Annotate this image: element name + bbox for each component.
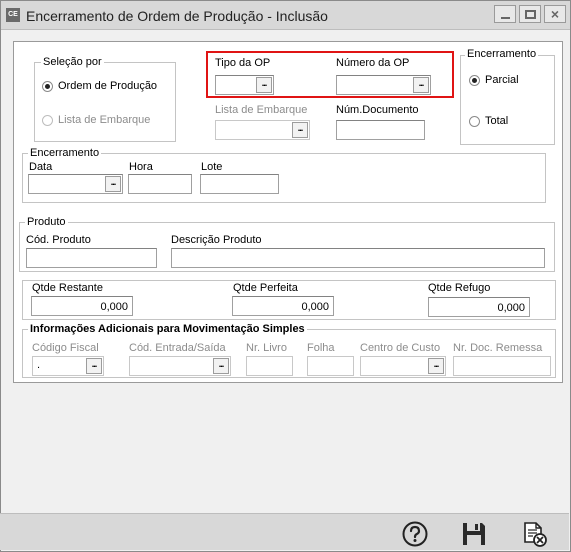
maximize-icon	[525, 10, 536, 19]
encerramento-tipo-title: Encerramento	[465, 48, 539, 60]
desc-produto-label: Descrição Produto	[171, 234, 262, 246]
minimize-button[interactable]	[494, 5, 516, 23]
close-button[interactable]: ×	[544, 5, 566, 23]
codigo-fiscal-label: Código Fiscal	[32, 342, 99, 354]
folha-field[interactable]	[307, 356, 354, 376]
qtde-restante-field[interactable]: 0,000	[31, 296, 133, 316]
minimize-icon	[501, 17, 510, 19]
data-label: Data	[29, 161, 53, 173]
nr-livro-field[interactable]	[246, 356, 293, 376]
window-title: Encerramento de Ordem de Produção - Incl…	[26, 8, 328, 24]
lista-embarque-label: Lista de Embarque	[215, 104, 308, 116]
num-documento-field[interactable]	[336, 120, 425, 140]
codigo-fiscal-field[interactable]: . ...	[32, 356, 104, 376]
cod-produto-label: Cód. Produto	[26, 234, 91, 246]
cancel-button[interactable]	[520, 520, 548, 548]
qtde-refugo-field[interactable]: 0,000	[428, 297, 530, 317]
lista-embarque-lookup-button[interactable]: ...	[292, 122, 308, 138]
radio-parcial[interactable]	[469, 75, 480, 86]
title-bar: CE Encerramento de Ordem de Produção - I…	[1, 1, 570, 30]
qtde-restante-label: Qtde Restante	[32, 282, 103, 294]
save-button[interactable]	[460, 520, 488, 548]
lote-field[interactable]	[200, 174, 279, 194]
qtde-perfeita-field[interactable]: 0,000	[232, 296, 334, 316]
radio-ordem-producao[interactable]	[42, 81, 53, 92]
lote-label: Lote	[201, 161, 223, 173]
centro-custo-field[interactable]: ...	[360, 356, 446, 376]
cod-entrada-saida-field[interactable]: ...	[129, 356, 231, 376]
radio-total-label[interactable]: Total	[485, 115, 508, 127]
maximize-button[interactable]	[519, 5, 541, 23]
codigo-fiscal-lookup-button[interactable]: ...	[86, 358, 102, 374]
cod-entrada-saida-label: Cód. Entrada/Saída	[129, 342, 226, 354]
radio-parcial-label[interactable]: Parcial	[485, 74, 519, 86]
radio-lista-embarque-label[interactable]: Lista de Embarque	[58, 114, 150, 126]
cod-entrada-saida-lookup-button[interactable]: ...	[213, 358, 229, 374]
highlight-box	[206, 51, 454, 98]
app-icon: CE	[6, 8, 20, 22]
encerramento-tipo-group	[460, 55, 555, 145]
selecao-group	[34, 62, 176, 142]
selecao-title: Seleção por	[41, 56, 104, 68]
save-icon	[463, 523, 485, 545]
desc-produto-field[interactable]	[171, 248, 545, 268]
help-button[interactable]	[401, 520, 429, 548]
radio-total[interactable]	[469, 116, 480, 127]
close-icon: ×	[550, 6, 560, 22]
nr-doc-remessa-field[interactable]	[453, 356, 551, 376]
cod-produto-field[interactable]	[26, 248, 157, 268]
centro-custo-lookup-button[interactable]: ...	[428, 358, 444, 374]
num-documento-label: Núm.Documento	[336, 104, 419, 116]
nr-livro-label: Nr. Livro	[246, 342, 287, 354]
cancel-document-icon	[524, 522, 547, 547]
codigo-fiscal-value: .	[37, 359, 41, 371]
qtde-refugo-label: Qtde Refugo	[428, 282, 491, 294]
hora-label: Hora	[129, 161, 153, 173]
data-field[interactable]: ...	[28, 174, 123, 194]
encerramento-title: Encerramento	[28, 147, 102, 159]
produto-title: Produto	[25, 216, 68, 228]
info-adicionais-title: Informações Adicionais para Movimentação…	[28, 323, 307, 335]
hora-field[interactable]	[128, 174, 192, 194]
radio-lista-embarque[interactable]	[42, 115, 53, 126]
qtde-perfeita-label: Qtde Perfeita	[233, 282, 298, 294]
folha-label: Folha	[307, 342, 335, 354]
data-calendar-button[interactable]: ...	[105, 176, 121, 192]
centro-custo-label: Centro de Custo	[360, 342, 441, 354]
lista-embarque-field[interactable]: ...	[215, 120, 310, 140]
nr-doc-remessa-label: Nr. Doc. Remessa	[453, 342, 543, 354]
radio-ordem-producao-label[interactable]: Ordem de Produção	[58, 80, 157, 92]
help-icon	[402, 521, 428, 547]
